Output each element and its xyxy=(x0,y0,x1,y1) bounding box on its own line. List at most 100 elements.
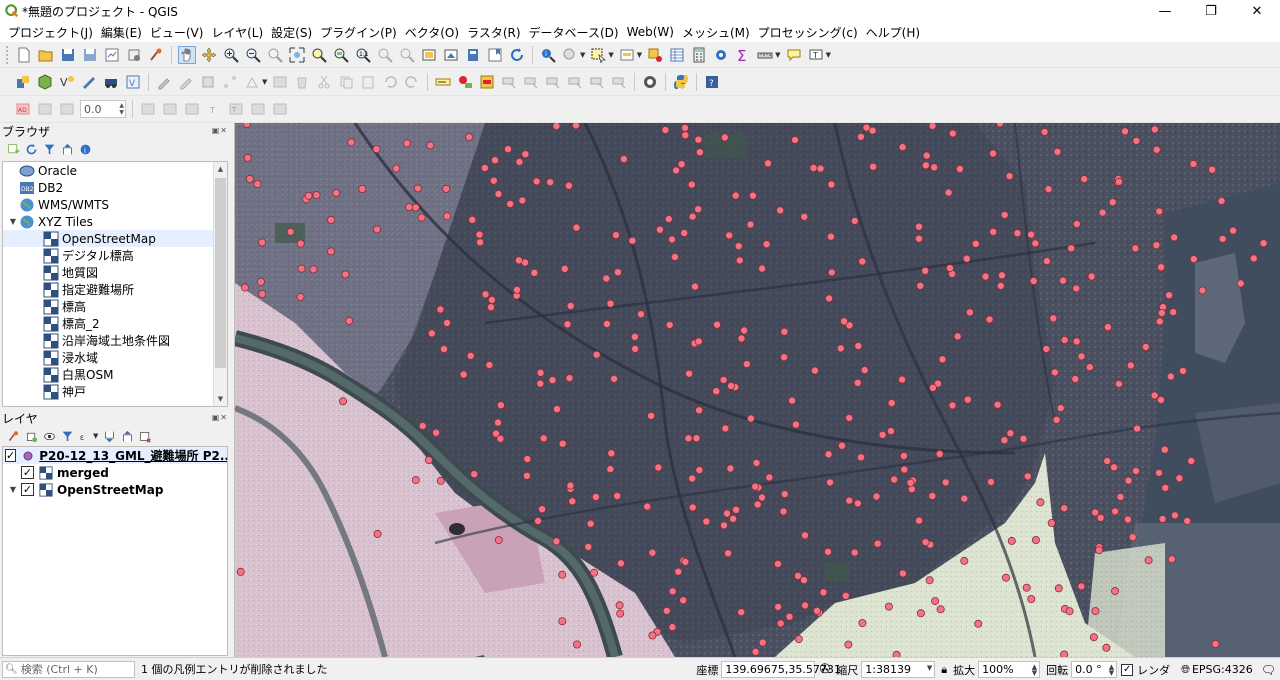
evacuation-point[interactable] xyxy=(898,569,907,578)
evacuation-point[interactable] xyxy=(664,215,673,224)
evacuation-point[interactable] xyxy=(841,591,850,600)
evacuation-point[interactable] xyxy=(824,547,833,556)
new-3d-view-icon[interactable] xyxy=(442,46,460,64)
render-checkbox[interactable]: ✓ xyxy=(1121,663,1134,676)
evacuation-point[interactable] xyxy=(694,337,703,346)
evacuation-point[interactable] xyxy=(965,308,974,317)
evacuation-point[interactable] xyxy=(480,164,489,173)
evacuation-point[interactable] xyxy=(753,500,762,509)
minimize-button[interactable]: — xyxy=(1142,0,1188,22)
browser-item[interactable]: 指定避難場所 xyxy=(3,281,215,298)
evacuation-point[interactable] xyxy=(602,319,611,328)
browser-item[interactable]: Oracle xyxy=(3,162,215,179)
evacuation-point[interactable] xyxy=(740,326,749,335)
evacuation-point[interactable] xyxy=(898,143,907,152)
evacuation-point[interactable] xyxy=(459,370,468,379)
remove-layer-icon[interactable] xyxy=(137,428,153,444)
evacuation-point[interactable] xyxy=(1072,337,1081,346)
evacuation-point[interactable] xyxy=(296,292,305,301)
evacuation-point[interactable] xyxy=(758,638,767,647)
evacuation-point[interactable] xyxy=(720,133,729,142)
evacuation-point[interactable] xyxy=(1042,344,1051,353)
evacuation-point[interactable] xyxy=(236,567,245,576)
evacuation-point[interactable] xyxy=(836,344,845,353)
evacuation-point[interactable] xyxy=(762,240,771,249)
evacuation-point[interactable] xyxy=(466,351,475,360)
lock-scale-icon[interactable]: 🔒︎ xyxy=(941,663,947,677)
evacuation-point[interactable] xyxy=(791,420,800,429)
evacuation-point[interactable] xyxy=(304,191,313,200)
evacuation-point[interactable] xyxy=(996,123,1004,128)
evacuation-point[interactable] xyxy=(869,162,878,171)
evacuation-point[interactable] xyxy=(242,123,251,129)
evacuation-point[interactable] xyxy=(1169,308,1178,317)
evacuation-point[interactable] xyxy=(1115,379,1124,388)
new-geopackage-icon[interactable] xyxy=(36,73,54,91)
evacuation-point[interactable] xyxy=(722,509,731,518)
evacuation-point[interactable] xyxy=(780,490,789,499)
refresh-browser-icon[interactable] xyxy=(23,141,39,157)
evacuation-point[interactable] xyxy=(860,366,869,375)
collapse-all-layers-icon[interactable] xyxy=(119,428,135,444)
evacuation-point[interactable] xyxy=(813,606,822,615)
evacuation-point[interactable] xyxy=(668,587,677,596)
evacuation-point[interactable] xyxy=(1067,244,1076,253)
evacuation-point[interactable] xyxy=(672,166,681,175)
evacuation-point[interactable] xyxy=(1091,508,1100,517)
maximize-button[interactable]: ❐ xyxy=(1188,0,1234,22)
evacuation-point[interactable] xyxy=(1157,263,1166,272)
label-move-icon[interactable] xyxy=(500,73,518,91)
cad-icon[interactable] xyxy=(36,100,54,118)
evacuation-point[interactable] xyxy=(631,344,640,353)
evacuation-point[interactable] xyxy=(719,521,728,530)
evacuation-point[interactable] xyxy=(719,375,728,384)
evacuation-point[interactable] xyxy=(654,463,663,472)
evacuation-point[interactable] xyxy=(427,329,436,338)
evacuation-point[interactable] xyxy=(1108,198,1117,207)
style-manager-icon[interactable] xyxy=(147,46,165,64)
evacuation-point[interactable] xyxy=(1102,643,1111,652)
browser-item[interactable]: 地質図 xyxy=(3,264,215,281)
evacuation-point[interactable] xyxy=(372,225,381,234)
copy-icon[interactable] xyxy=(337,73,355,91)
save-project-icon[interactable] xyxy=(59,46,77,64)
evacuation-point[interactable] xyxy=(1022,583,1031,592)
evacuation-point[interactable] xyxy=(915,222,924,231)
evacuation-point[interactable] xyxy=(1111,507,1120,516)
paste-icon[interactable] xyxy=(359,73,377,91)
save-as-icon[interactable] xyxy=(81,46,99,64)
evacuation-point[interactable] xyxy=(921,266,930,275)
pan-icon[interactable] xyxy=(178,45,196,64)
evacuation-point[interactable] xyxy=(948,129,957,138)
evacuation-point[interactable] xyxy=(900,465,909,474)
evacuation-point[interactable] xyxy=(548,376,557,385)
properties-icon[interactable]: i xyxy=(77,141,93,157)
evacuation-point[interactable] xyxy=(780,353,789,362)
evacuation-point[interactable] xyxy=(1132,136,1141,145)
menu-processing[interactable]: プロセッシング(c) xyxy=(754,24,862,41)
evacuation-point[interactable] xyxy=(522,471,531,480)
evacuation-point[interactable] xyxy=(680,123,689,132)
evacuation-point[interactable] xyxy=(687,180,696,189)
evacuation-point[interactable] xyxy=(916,609,925,618)
evacuation-point[interactable] xyxy=(1006,429,1015,438)
evacuation-point[interactable] xyxy=(648,548,657,557)
evacuation-point[interactable] xyxy=(826,232,835,241)
evacuation-point[interactable] xyxy=(486,303,495,312)
evacuation-point[interactable] xyxy=(566,301,575,310)
layer-visibility-checkbox[interactable]: ✓ xyxy=(5,449,17,462)
evacuation-point[interactable] xyxy=(532,177,541,186)
evacuation-point[interactable] xyxy=(1131,244,1140,253)
evacuation-point[interactable] xyxy=(731,191,740,200)
evacuation-point[interactable] xyxy=(1029,276,1038,285)
cut-icon[interactable] xyxy=(315,73,333,91)
scroll-up-icon[interactable]: ▲ xyxy=(214,162,227,176)
menu-edit[interactable]: 編集(E) xyxy=(97,24,146,41)
modify-attributes-icon[interactable] xyxy=(271,73,289,91)
menu-web[interactable]: Web(W) xyxy=(623,25,678,39)
evacuation-point[interactable] xyxy=(611,231,620,240)
evacuation-point[interactable] xyxy=(826,478,835,487)
evacuation-point[interactable] xyxy=(751,647,760,656)
evacuation-point[interactable] xyxy=(1085,363,1094,372)
evacuation-point[interactable] xyxy=(857,453,866,462)
